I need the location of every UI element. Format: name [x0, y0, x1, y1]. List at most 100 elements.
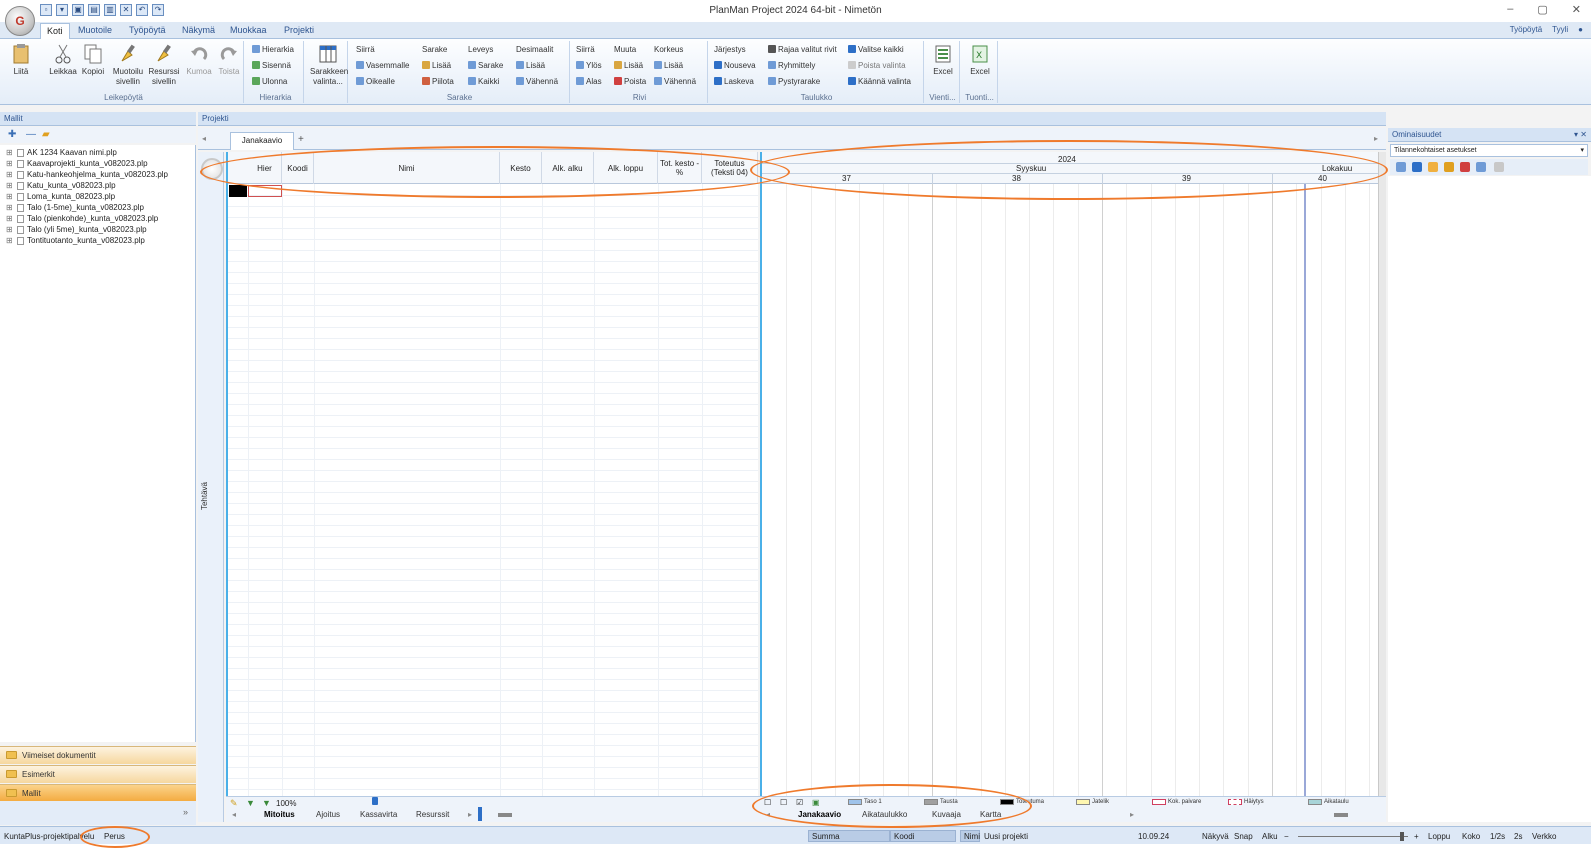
- column-header-kesto[interactable]: Kesto: [500, 152, 542, 184]
- table-row[interactable]: [228, 207, 758, 218]
- table-row[interactable]: [228, 493, 758, 504]
- status-snap[interactable]: Snap: [1234, 832, 1253, 841]
- tab-muokkaa[interactable]: Muokkaa: [230, 25, 267, 35]
- status-visible[interactable]: Näkyvä: [1202, 832, 1229, 841]
- redo-button[interactable]: Toista: [214, 43, 244, 77]
- table-row[interactable]: [228, 229, 758, 240]
- checkbox-icon[interactable]: ☐: [780, 798, 787, 807]
- legend-taso1[interactable]: Taso 1: [848, 799, 882, 805]
- column-header-hier[interactable]: Hier: [248, 152, 282, 184]
- row-up-button[interactable]: Ylös: [576, 61, 602, 71]
- move-left-button[interactable]: Vasemmalle: [356, 61, 409, 71]
- tab-scroll-right-icon[interactable]: ▸: [1130, 810, 1134, 819]
- zoom-out-button[interactable]: −: [1284, 832, 1289, 841]
- column-hide-button[interactable]: Piilota: [422, 77, 454, 87]
- nav-collapse-icon[interactable]: »: [183, 807, 188, 817]
- tab-mitoitus[interactable]: Mitoitus: [264, 810, 295, 819]
- move-right-button[interactable]: Oikealle: [356, 77, 395, 87]
- horizontal-scroll-thumb[interactable]: [1334, 813, 1348, 817]
- sort-descending-button[interactable]: Laskeva: [714, 77, 754, 87]
- tab-scroll-left-icon[interactable]: ◂: [232, 810, 236, 819]
- gantt-vertical-scrollbar[interactable]: [1378, 152, 1386, 796]
- nav-recent-documents[interactable]: Viimeiset dokumentit: [0, 746, 196, 764]
- zoom-in-button[interactable]: +: [1414, 832, 1419, 841]
- column-header-alk-alku[interactable]: Alk. alku: [542, 152, 594, 184]
- decimals-add-button[interactable]: Lisää: [516, 61, 545, 71]
- hierarchy-button[interactable]: Hierarkia: [252, 45, 294, 55]
- export-excel-button[interactable]: Excel: [928, 43, 958, 77]
- expand-icon[interactable]: ⊞: [6, 236, 14, 245]
- table-row[interactable]: [228, 196, 758, 207]
- column-header-nimi[interactable]: Nimi: [314, 152, 500, 184]
- status-half-second[interactable]: 1/2s: [1490, 832, 1505, 841]
- table-row[interactable]: [228, 251, 758, 262]
- tab-nakyma[interactable]: Näkymä: [182, 25, 215, 35]
- image-icon[interactable]: ▣: [812, 798, 820, 807]
- paint-icon[interactable]: [1460, 162, 1470, 172]
- table-row[interactable]: [228, 735, 758, 746]
- width-column-button[interactable]: Sarake: [468, 61, 503, 71]
- table-row[interactable]: [228, 724, 758, 735]
- splitter-handle[interactable]: [478, 807, 482, 821]
- table-row[interactable]: [228, 548, 758, 559]
- filter-icon[interactable]: [1476, 162, 1486, 172]
- table-row[interactable]: [228, 350, 758, 361]
- import-excel-button[interactable]: X Excel: [965, 43, 995, 77]
- open-folder-icon[interactable]: ▰: [42, 129, 50, 140]
- table-row[interactable]: [228, 504, 758, 515]
- filter-selected-button[interactable]: Rajaa valitut rivit: [768, 45, 837, 55]
- tab-projekti[interactable]: Projekti: [284, 25, 314, 35]
- expand-icon[interactable]: ⊞: [6, 225, 14, 234]
- check-icon[interactable]: ☑: [796, 798, 803, 807]
- table-row[interactable]: [228, 713, 758, 724]
- tab-janakaavio-view[interactable]: Janakaavio: [798, 810, 841, 819]
- table-row[interactable]: [228, 515, 758, 526]
- legend-jatelik[interactable]: Jatelik: [1076, 799, 1109, 805]
- column-header-tot-kesto[interactable]: Tot. kesto -%: [658, 152, 702, 184]
- tab-kartta[interactable]: Kartta: [980, 810, 1001, 819]
- template-item[interactable]: ⊞ Tontituotanto_kunta_v082023.plp: [6, 236, 145, 245]
- properties-context-select[interactable]: Tilannekohtaiset asetukset ▾: [1390, 144, 1588, 157]
- template-item[interactable]: ⊞ Talo (pienkohde)_kunta_v082023.plp: [6, 214, 158, 223]
- help-icon[interactable]: ●: [1578, 25, 1583, 34]
- expand-icon[interactable]: ⊞: [6, 181, 14, 190]
- table-row[interactable]: [228, 295, 758, 306]
- expand-icon[interactable]: ⊞: [6, 148, 14, 157]
- decimals-reduce-button[interactable]: Vähennä: [516, 77, 558, 87]
- expand-icon[interactable]: ⊞: [6, 192, 14, 201]
- tab-ajoitus[interactable]: Ajoitus: [316, 810, 340, 819]
- table-row[interactable]: [228, 405, 758, 416]
- template-item[interactable]: ⊞ Talo (yli 5me)_kunta_v082023.plp: [6, 225, 147, 234]
- clock-icon[interactable]: [201, 158, 223, 180]
- table-row[interactable]: [228, 570, 758, 581]
- tab-scroll-right-icon[interactable]: ▸: [468, 810, 472, 819]
- filter-toolbar-icon[interactable]: ✎: [230, 798, 238, 809]
- table-row[interactable]: [228, 658, 758, 669]
- table-row[interactable]: [228, 537, 758, 548]
- legend-haiytys[interactable]: Häiytys: [1228, 799, 1264, 805]
- legend-toteutuma[interactable]: Toteutuma: [1000, 799, 1044, 805]
- tab-scroll-left-icon[interactable]: ◂: [202, 134, 206, 143]
- column-add-button[interactable]: Lisää: [422, 61, 451, 71]
- remove-template-icon[interactable]: —: [26, 129, 36, 140]
- table-row[interactable]: [228, 471, 758, 482]
- status-network[interactable]: Verkko: [1532, 832, 1556, 841]
- table-row[interactable]: [228, 284, 758, 295]
- checkbox-icon[interactable]: ☐: [764, 798, 771, 807]
- save-icon[interactable]: [1494, 162, 1504, 172]
- table-row[interactable]: [228, 482, 758, 493]
- table-row[interactable]: [228, 328, 758, 339]
- column-header-koodi[interactable]: Koodi: [282, 152, 314, 184]
- row-down-button[interactable]: Alas: [576, 77, 602, 87]
- legend-aikataulu[interactable]: Aikataulu: [1308, 799, 1349, 805]
- paste-button[interactable]: Liitä: [6, 43, 36, 77]
- table-row[interactable]: [228, 768, 758, 779]
- add-tab-button[interactable]: +: [298, 134, 304, 145]
- cut-button[interactable]: Leikkaa: [48, 43, 78, 77]
- height-reduce-button[interactable]: Vähennä: [654, 77, 696, 87]
- properties-icon[interactable]: [1428, 162, 1438, 172]
- grouping-button[interactable]: Ryhmittely: [768, 61, 815, 71]
- tab-aikataulukko[interactable]: Aikataulukko: [862, 810, 907, 819]
- zoom-slider-handle[interactable]: [1400, 832, 1404, 841]
- grid-zoom-slider[interactable]: [372, 797, 378, 805]
